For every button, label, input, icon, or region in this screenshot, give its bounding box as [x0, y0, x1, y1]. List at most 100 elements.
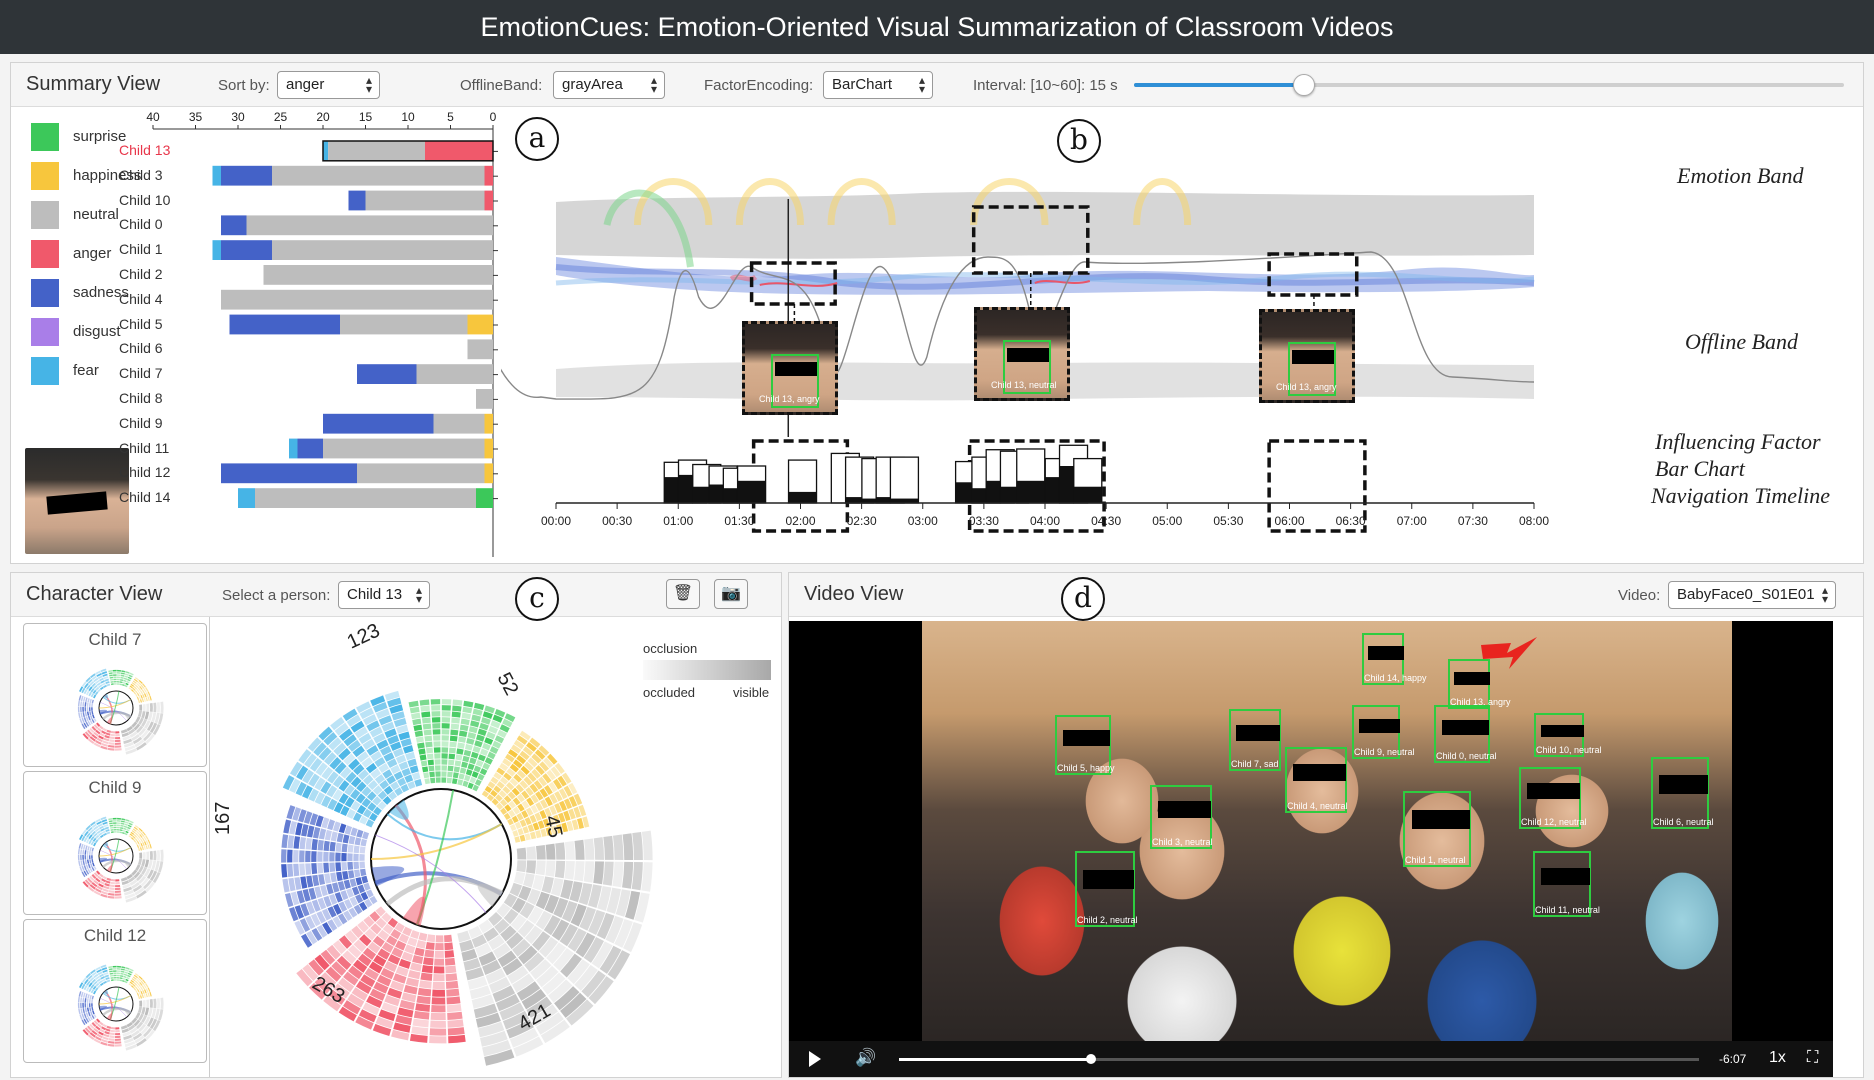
- radial-cell: [526, 860, 537, 874]
- stack-row-child-8[interactable]: [476, 389, 493, 409]
- radial-sector-anger[interactable]: [82, 1018, 122, 1047]
- radial-sector-sadness[interactable]: [77, 695, 97, 730]
- face-detection-box[interactable]: Child 10, neutral: [1534, 713, 1602, 757]
- seek-handle[interactable]: [1086, 1054, 1096, 1064]
- volume-button[interactable]: 🔊: [855, 1048, 876, 1068]
- radial-cell: [469, 757, 477, 765]
- radial-sector-sadness[interactable]: [77, 843, 97, 878]
- seek-bar[interactable]: [899, 1054, 1699, 1064]
- radial-sector-anger[interactable]: [82, 870, 122, 899]
- row-label[interactable]: Child 8: [119, 390, 163, 406]
- interval-slider[interactable]: [1134, 74, 1844, 96]
- radial-cell: [84, 855, 87, 860]
- radial-cell: [409, 765, 419, 774]
- radial-cell: [447, 1027, 465, 1036]
- stack-row-child-6[interactable]: [467, 339, 494, 360]
- character-thumbnail[interactable]: Child 7: [23, 623, 207, 767]
- radial-sector-sadness[interactable]: [77, 991, 97, 1026]
- radial-sector-fear[interactable]: [78, 816, 111, 847]
- face-detection-box[interactable]: Child 6, neutral: [1651, 757, 1714, 829]
- radial-sector-fear[interactable]: [78, 668, 111, 699]
- radial-cell: [145, 845, 148, 850]
- row-label[interactable]: Child 7: [119, 365, 163, 381]
- face-detection-box[interactable]: Child 0, neutral: [1434, 705, 1497, 763]
- radial-cell: [147, 992, 150, 997]
- row-label[interactable]: Child 12: [119, 464, 170, 480]
- row-label[interactable]: Child 3: [119, 167, 163, 183]
- stack-row-child-1[interactable]: [212, 240, 494, 260]
- radial-cell: [160, 849, 164, 862]
- radial-sector-happiness[interactable]: [128, 973, 152, 1000]
- video-select[interactable]: BabyFace0_S01E01 ▴ ▾: [1668, 581, 1836, 609]
- row-label[interactable]: Child 10: [119, 192, 170, 208]
- radial-cell: [444, 942, 454, 951]
- stack-row-child-13[interactable]: [322, 140, 494, 162]
- face-thumbnail[interactable]: Child 13, angry: [1259, 309, 1355, 403]
- radial-sector-happiness[interactable]: [128, 825, 152, 852]
- radial-sector-surprise[interactable]: [108, 965, 134, 984]
- radial-cell: [120, 820, 125, 823]
- row-label[interactable]: Child 9: [119, 415, 163, 431]
- stack-row-child-14[interactable]: [238, 488, 493, 508]
- factor-encoding-select[interactable]: BarChart ▴ ▾: [823, 71, 933, 99]
- radial-cell: [110, 974, 114, 977]
- row-label[interactable]: Child 2: [119, 266, 163, 282]
- interval-slider-handle[interactable]: [1293, 74, 1316, 96]
- radial-cell: [427, 759, 434, 766]
- row-label[interactable]: Child 11: [119, 440, 169, 456]
- face-detection-box[interactable]: Child 14, happy: [1362, 633, 1427, 685]
- character-thumbnail[interactable]: Child 9: [23, 771, 207, 915]
- person-select[interactable]: Child 13 ▴ ▾: [338, 581, 430, 609]
- stack-row-child-4[interactable]: [221, 289, 493, 310]
- radial-cell: [361, 875, 369, 884]
- stack-row-child-12[interactable]: [221, 463, 493, 484]
- stack-row-child-7[interactable]: [357, 364, 493, 384]
- radial-sector-surprise[interactable]: [108, 817, 134, 836]
- face-detection-box[interactable]: Child 1, neutral: [1403, 791, 1471, 867]
- character-thumbnail[interactable]: Child 12: [23, 919, 207, 1063]
- snapshot-button[interactable]: 📷: [714, 579, 748, 609]
- offline-band-select[interactable]: grayArea ▴ ▾: [553, 71, 665, 99]
- fullscreen-button[interactable]: ⛶: [1807, 1049, 1818, 1067]
- radial-sector-fear[interactable]: [78, 964, 111, 995]
- delete-button[interactable]: 🗑: [666, 579, 700, 609]
- row-label[interactable]: Child 4: [119, 291, 163, 307]
- stack-row-child-2[interactable]: [263, 265, 494, 285]
- radial-sector-happiness[interactable]: [128, 677, 152, 704]
- row-label[interactable]: Child 0: [119, 216, 163, 232]
- video-player[interactable]: Child 14, happy Child 13, angry Child 5, h…: [789, 621, 1833, 1077]
- stack-row-child-11[interactable]: [289, 438, 493, 459]
- face-detection-box[interactable]: Child 5, happy: [1055, 715, 1115, 775]
- radial-cell: [109, 736, 115, 740]
- sort-select[interactable]: anger ▴ ▾: [277, 71, 380, 99]
- radial-cell: [350, 827, 358, 837]
- face-thumbnail[interactable]: Child 13, neutral: [974, 307, 1070, 401]
- row-label[interactable]: Child 6: [119, 340, 163, 356]
- face-detection-box[interactable]: Child 12, neutral: [1519, 767, 1587, 829]
- radial-cell: [524, 833, 531, 841]
- stack-row-child-0[interactable]: [221, 215, 493, 236]
- radial-sector-anger[interactable]: [82, 722, 122, 751]
- row-label[interactable]: Child 5: [119, 316, 163, 332]
- radial-cell: [103, 737, 110, 742]
- face-thumbnail[interactable]: Child 13, angry: [742, 321, 838, 415]
- stack-row-child-9[interactable]: [323, 413, 493, 434]
- row-label[interactable]: Child 14: [119, 489, 170, 505]
- face-detection-box[interactable]: Child 2, neutral: [1075, 851, 1138, 927]
- face-detection-box[interactable]: Child 9, neutral: [1352, 705, 1415, 759]
- face-detection-box[interactable]: Child 4, neutral: [1285, 747, 1348, 813]
- row-label[interactable]: Child 13: [119, 142, 170, 158]
- face-detection-box[interactable]: Child 3, neutral: [1150, 785, 1213, 849]
- stack-row-child-10[interactable]: [348, 190, 494, 211]
- radial-cell: [312, 874, 320, 887]
- face-detection-box[interactable]: Child 7, sad: [1229, 709, 1281, 771]
- stack-row-child-3[interactable]: [212, 165, 494, 186]
- radial-cell: [112, 965, 117, 968]
- stack-row-child-5[interactable]: [229, 314, 494, 335]
- face-detection-box[interactable]: Child 11, neutral: [1533, 851, 1600, 917]
- play-button[interactable]: [809, 1051, 821, 1067]
- speed-button[interactable]: 1x: [1769, 1049, 1786, 1067]
- radial-cell: [450, 723, 460, 730]
- radial-sector-surprise[interactable]: [108, 669, 134, 688]
- row-label[interactable]: Child 1: [119, 241, 163, 257]
